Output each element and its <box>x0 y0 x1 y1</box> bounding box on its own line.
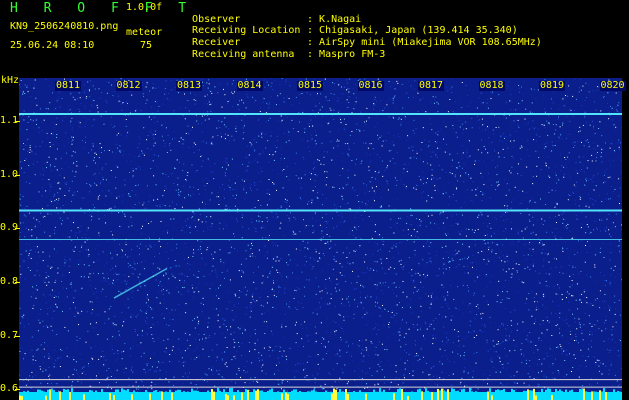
app-title: H R O F F T <box>10 1 196 16</box>
y-tick-mark <box>15 174 20 176</box>
time-label: 0816 <box>357 80 384 91</box>
time-label: 0820 <box>599 80 626 91</box>
y-tick-mark <box>15 389 20 391</box>
time-label: 0818 <box>478 80 505 91</box>
time-label: 0815 <box>297 80 324 91</box>
y-tick-mark <box>15 120 20 122</box>
version-label: 1.0.0f <box>126 2 163 13</box>
spectrogram-canvas <box>19 78 622 400</box>
noise-speckle <box>19 78 622 400</box>
y-tick-mark <box>15 228 20 230</box>
y-tick-mark <box>15 335 20 337</box>
time-label: 0812 <box>115 80 142 91</box>
meteor-echo <box>113 267 168 299</box>
mode-label: meteor <box>126 27 163 38</box>
metadata-separator: : <box>307 49 314 60</box>
time-label: 0819 <box>539 80 566 91</box>
y-tick-mark <box>15 281 20 283</box>
filename-label: KN9_2506240810.png <box>10 21 119 32</box>
time-label: 0814 <box>236 80 263 91</box>
time-label: 0811 <box>55 80 82 91</box>
metadata-row-antenna: Receiving antenna: Maspro FM-3 <box>180 40 385 60</box>
frequency-unit-label: kHz <box>1 75 20 86</box>
time-label: 0817 <box>418 80 445 91</box>
mode-value: 75 <box>140 40 153 51</box>
metadata-value: Maspro FM-3 <box>319 49 386 60</box>
spectrogram-plot <box>19 78 622 400</box>
metadata-key: Receiving antenna <box>192 49 295 60</box>
time-label: 0813 <box>176 80 203 91</box>
noise-floor-band <box>19 388 622 400</box>
datetime-label: 25.06.24 08:10 <box>10 40 95 51</box>
